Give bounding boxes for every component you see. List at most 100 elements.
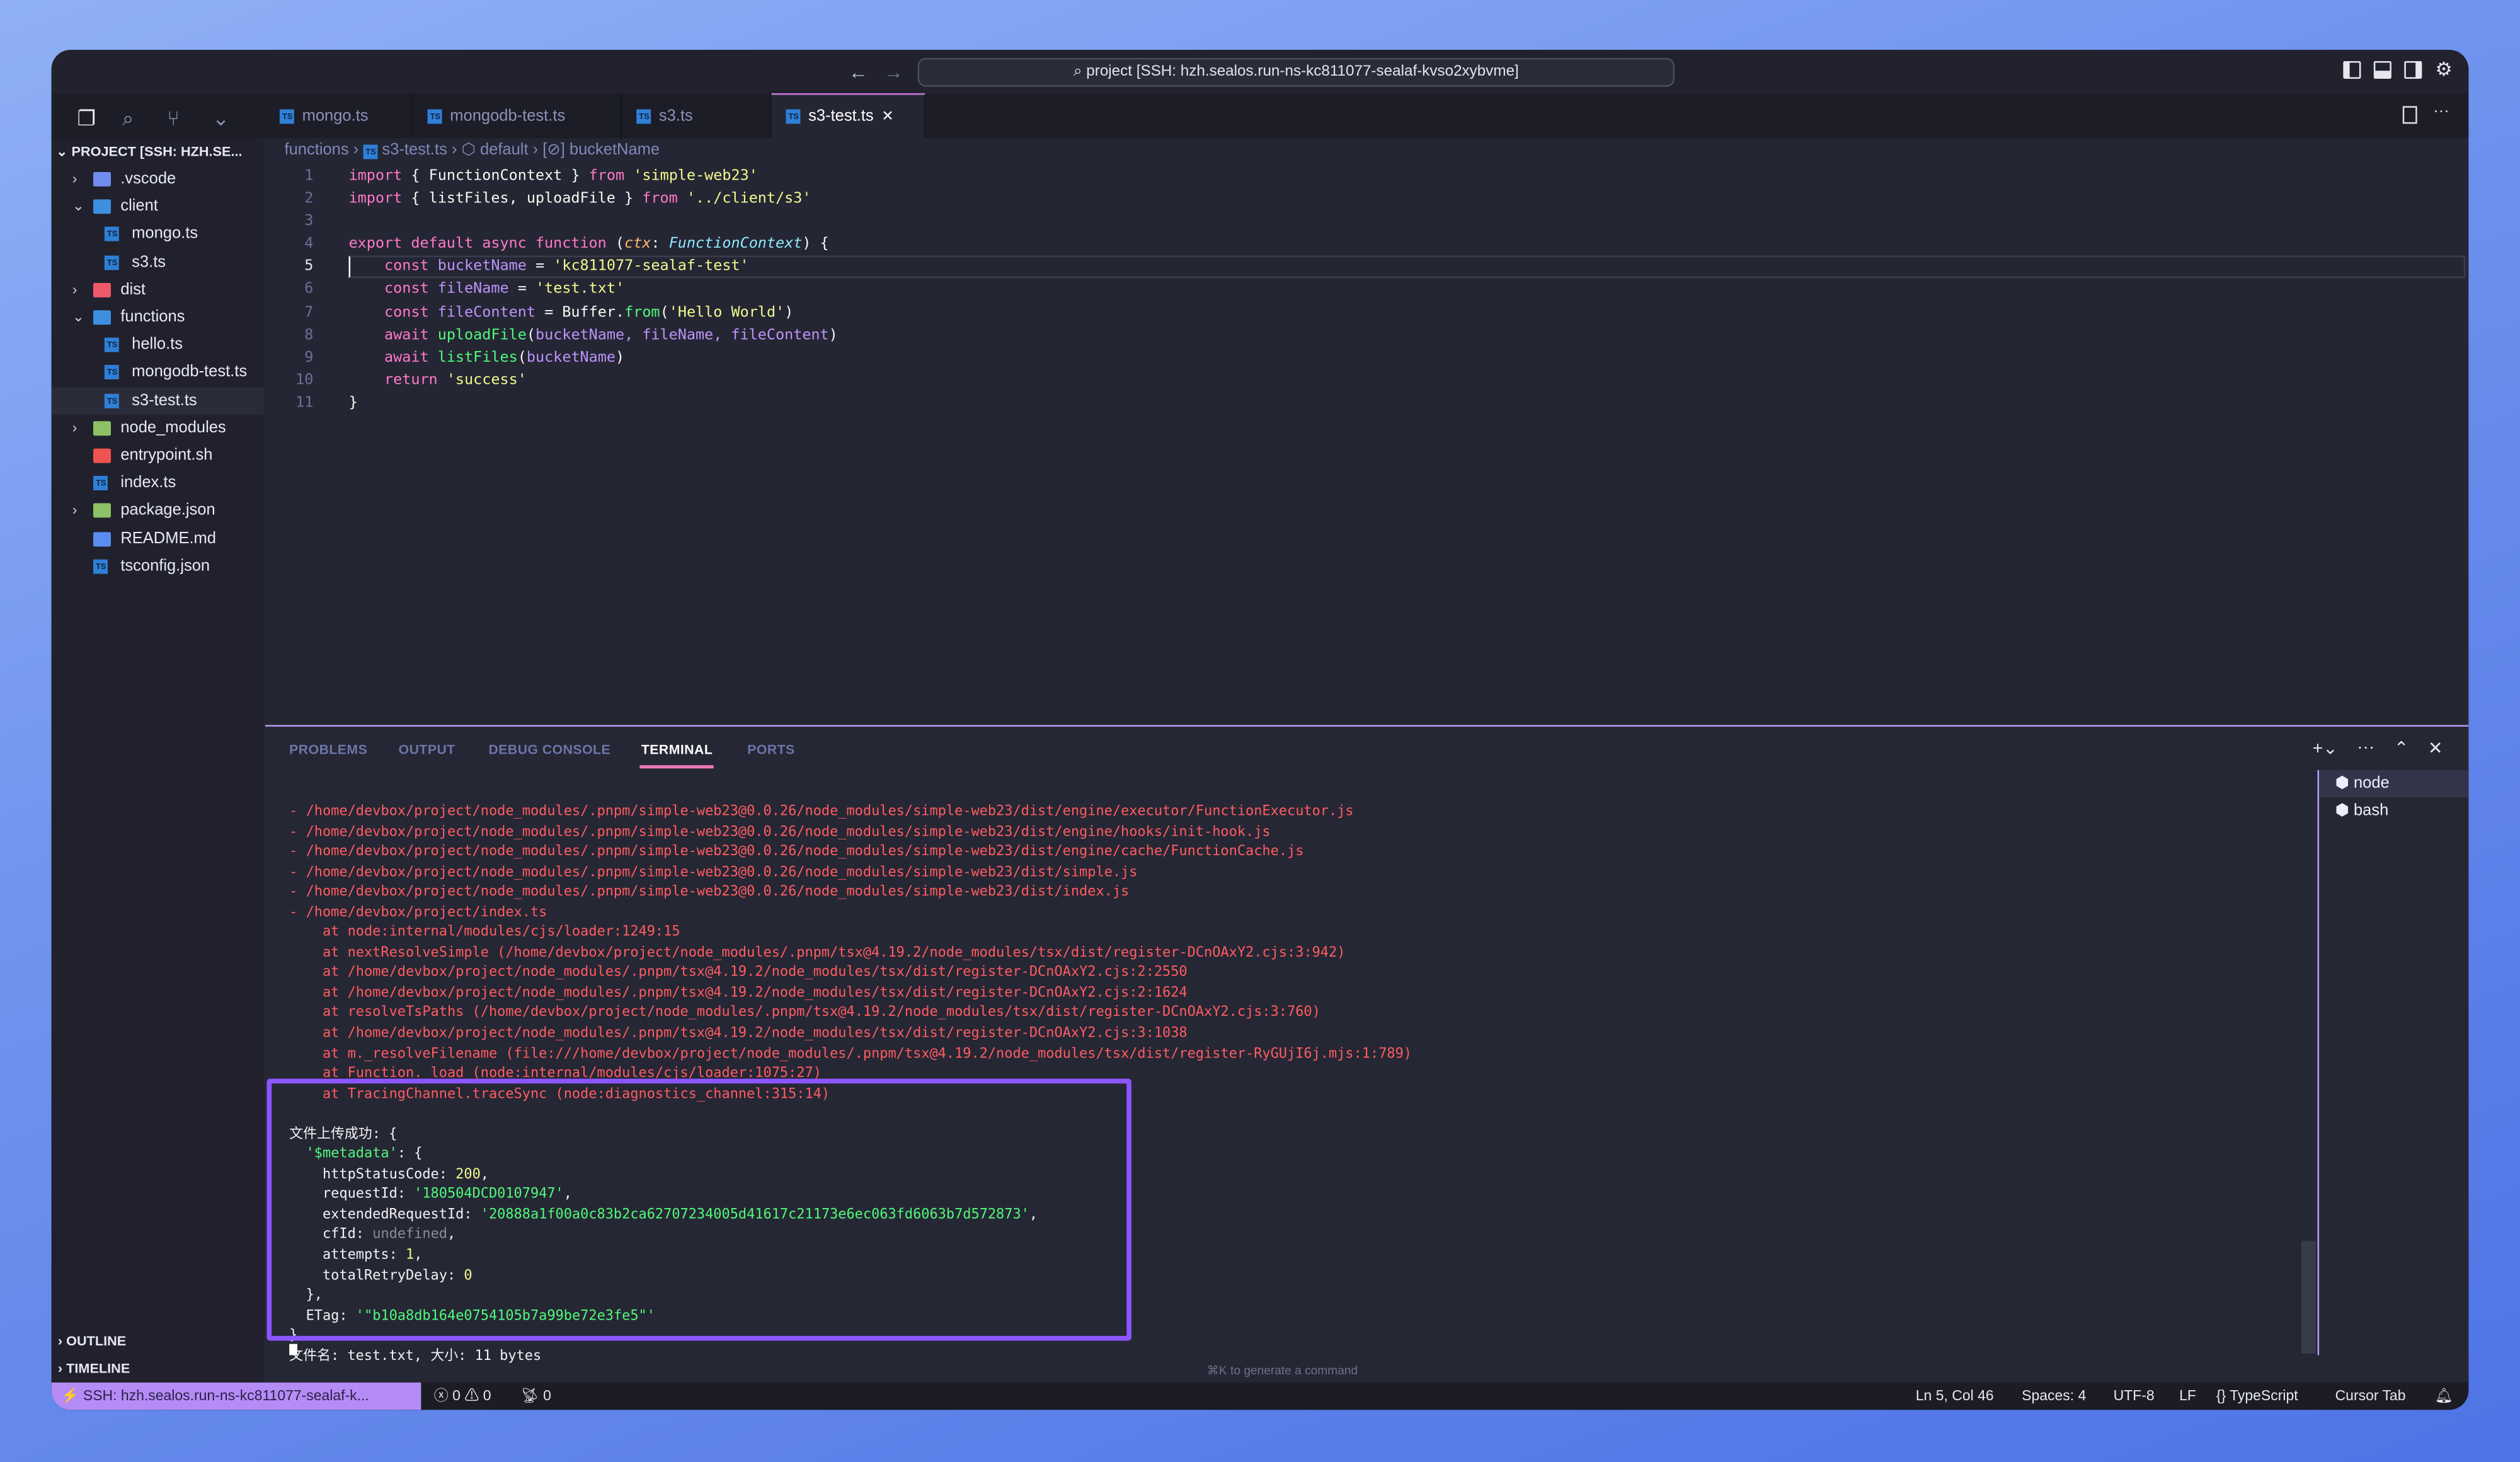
tree-item[interactable]: TSs3.ts [52,248,264,275]
remote-label: SSH: hzh.sealos.run-ns-kc811077-sealaf-k… [83,1388,369,1404]
line-number: 1 [265,166,314,188]
breadcrumb-symbol-default[interactable]: default [480,141,529,159]
terminal-line: at resolveTsPaths (/home/devbox/project/… [289,1004,1412,1024]
code-token: 'Hello World' [669,303,784,321]
code-text: const bucketName = 'kc811077-sealaf-test… [349,256,749,279]
terminal-token: at /home/devbox/project/node_modules/.pn… [289,986,1187,1002]
code-token: { FunctionContext } [402,167,588,185]
explorer-icon[interactable]: ❐ [77,106,96,132]
tree-item[interactable]: TSmongodb-test.ts [52,359,264,386]
typescript-file-icon: TS [105,255,119,270]
tab-bar: ❐ ⌕ ⑂ ⌄ TSmongo.ts TSmongodb-test.ts TSs… [52,93,2469,138]
typescript-file-icon: TS [363,145,377,159]
cursor-position[interactable]: Ln 5, Col 46 [1916,1383,1994,1410]
code-line: 1import { FunctionContext } from 'simple… [265,166,2468,188]
gear-icon[interactable]: ⚙ [2435,61,2452,79]
close-tab-icon[interactable]: ✕ [881,108,893,125]
code-token: bucketName [527,348,616,366]
language-mode[interactable]: {} TypeScript [2216,1383,2298,1410]
toggle-panel-icon[interactable] [2374,61,2391,79]
tree-item[interactable]: ›.vscode [52,166,264,193]
end-of-line[interactable]: LF [2179,1383,2196,1410]
explorer-header[interactable]: ⌄ PROJECT [SSH: HZH.SE... [56,143,242,161]
tree-item[interactable]: ›package.json [52,497,264,524]
tree-item-label: mongodb-test.ts [132,359,247,386]
tree-item[interactable]: TStsconfig.json [52,553,264,580]
tree-item[interactable]: TSmongo.ts [52,221,264,248]
notifications-bell-icon[interactable]: 🔔︎ [2435,1383,2453,1410]
tab-s3-ts[interactable]: TSs3.ts [622,93,771,138]
breadcrumb-file[interactable]: s3-test.ts [382,141,447,159]
tree-item[interactable]: TShello.ts [52,331,264,359]
new-terminal-icon[interactable]: +⌄ [2313,738,2338,759]
terminal-scrollbar[interactable] [2301,1241,2316,1354]
code-line: 11} [265,392,2468,415]
code-line: 2import { listFiles, uploadFile } from '… [265,188,2468,211]
tree-item[interactable]: ⌄functions [52,304,264,331]
command-center-search[interactable]: ⌕ project [SSH: hzh.sealos.run-ns-kc8110… [918,58,1675,87]
explorer-sidebar: ⌄ PROJECT [SSH: HZH.SE... ›.vscode⌄clien… [52,138,264,1382]
encoding[interactable]: UTF-8 [2114,1383,2155,1410]
more-actions-icon[interactable]: ··· [2433,103,2449,120]
code-token: 'success' [447,371,527,389]
error-icon: ⓧ [434,1388,452,1404]
tree-item[interactable]: README.md [52,525,264,552]
tree-item[interactable]: entrypoint.sh [52,442,264,469]
code-token: = [509,280,536,298]
tree-item[interactable]: ⌄client [52,193,264,221]
breadcrumb-symbol-bucketname[interactable]: bucketName [570,141,660,159]
toggle-primary-sidebar-icon[interactable] [2344,61,2361,79]
timeline-section[interactable]: › TIMELINE [58,1360,130,1376]
problems-status[interactable]: ⓧ 0 ⚠ 0 [434,1383,491,1410]
close-panel-icon[interactable]: ✕ [2428,738,2443,759]
terminal-item-bash[interactable]: ⬢ bash [2319,797,2468,824]
tree-item[interactable]: TSs3-test.ts [52,387,264,414]
code-line: 10 return 'success' [265,369,2468,392]
outline-section[interactable]: › OUTLINE [58,1333,126,1349]
code-token: 'test.txt' [536,280,624,298]
back-button[interactable]: ← [849,61,868,84]
cursor-tab[interactable]: Cursor Tab [2335,1383,2406,1410]
bottom-panel: PROBLEMS OUTPUT DEBUG CONSOLE TERMINAL PORTS… [265,725,2468,1383]
terminal-token: - /home/devbox/project/node_modules/.pnp… [289,824,1270,841]
split-editor-icon[interactable] [2403,106,2417,124]
code-token: fileName [438,280,509,298]
code-token: ( [518,348,527,366]
panel-tab-ports[interactable]: PORTS [747,741,794,757]
panel-tab-output[interactable]: OUTPUT [399,741,455,757]
code-token: } [349,394,358,412]
editor-window: ← → ⌕ project [SSH: hzh.sealos.run-ns-kc… [52,50,2469,1410]
terminal-cursor [289,1344,297,1356]
terminal-item-node[interactable]: ⬢ node [2319,770,2468,797]
search-icon[interactable]: ⌕ [122,106,134,132]
toggle-secondary-sidebar-icon[interactable] [2405,61,2422,79]
panel-tab-problems[interactable]: PROBLEMS [289,741,367,757]
code-token: bucketName [438,258,527,275]
tree-item[interactable]: TSindex.ts [52,469,264,497]
timeline-label: TIMELINE [66,1360,130,1376]
tab-s3-test-ts[interactable]: TSs3-test.ts✕ [771,93,925,138]
breadcrumb-folder[interactable]: functions [285,141,349,159]
tree-item-label: entrypoint.sh [120,442,212,469]
tree-item[interactable]: ›node_modules [52,415,264,442]
panel-tab-terminal[interactable]: TERMINAL [641,741,713,757]
remote-indicator[interactable]: ⚡ SSH: hzh.sealos.run-ns-kc811077-sealaf… [52,1383,421,1410]
terminal-list: ⬢ node ⬢ bash [2318,770,2469,1356]
code-editor[interactable]: 1import { FunctionContext } from 'simple… [265,166,2468,415]
terminal-token: at /home/devbox/project/node_modules/.pn… [289,965,1187,982]
tree-item[interactable]: ›dist [52,276,264,303]
code-token: listFiles [438,348,518,366]
panel-tab-debug-console[interactable]: DEBUG CONSOLE [489,741,611,757]
forward-button[interactable]: → [884,61,903,84]
file-type-icon [93,282,111,297]
terminal-line: at /home/devbox/project/node_modules/.pn… [289,964,1412,984]
more-actions-icon[interactable]: ··· [2357,738,2374,759]
tab-mongo-ts[interactable]: TSmongo.ts [265,93,413,138]
ports-status[interactable]: 📡︎ 0 [521,1383,551,1410]
chevron-down-icon[interactable]: ⌄ [212,106,230,132]
tree-item-label: mongo.ts [132,221,198,248]
indentation[interactable]: Spaces: 4 [2022,1383,2086,1410]
maximize-panel-icon[interactable]: ⌃ [2394,738,2409,759]
tab-mongodb-test-ts[interactable]: TSmongodb-test.ts [413,93,622,138]
source-control-icon[interactable]: ⑂ [167,106,180,130]
